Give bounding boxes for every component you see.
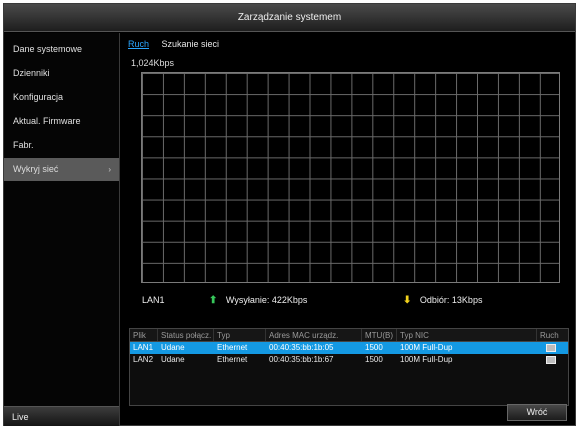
table-cell: 00:40:35:bb:1b:05	[269, 343, 334, 352]
sidebar-item-system-info[interactable]: Dane systemowe	[4, 38, 119, 61]
table-cell: 100M Full-Dup	[400, 355, 453, 364]
live-button[interactable]: Live	[4, 406, 119, 426]
tab-traffic[interactable]: Ruch	[128, 39, 149, 49]
table-row[interactable]: LAN2 Udane Ethernet 00:40:35:bb:1b:67 15…	[130, 354, 568, 366]
table-cell: Ethernet	[217, 343, 248, 352]
table-cell: 1500	[365, 343, 383, 352]
main-panel: Ruch Szukanie sieci 1,024Kbps LAN1 ⬆ Wys…	[121, 33, 575, 426]
table-cell: Ethernet	[217, 355, 248, 364]
legend-upload: ⬆ Wysyłanie: 422Kbps	[209, 295, 307, 306]
traffic-view-icon[interactable]	[546, 356, 556, 364]
column-header: MTU(B)	[362, 329, 397, 341]
download-rate: Odbiór: 13Kbps	[419, 295, 483, 305]
table-cell: Udane	[161, 343, 185, 352]
column-header: Plik	[130, 329, 158, 341]
table-cell: 100M Full-Dup	[400, 343, 453, 352]
traffic-legend: LAN1 ⬆ Wysyłanie: 422Kbps ⬇ Odbiór: 13Kb…	[121, 295, 575, 309]
column-header: Typ	[214, 329, 266, 341]
sidebar-item-firmware-update[interactable]: Aktual. Firmware	[4, 110, 119, 133]
table-row[interactable]: LAN1 Udane Ethernet 00:40:35:bb:1b:05 15…	[130, 342, 568, 354]
nic-table: Plik Status połącz. Typ Adres MAC urządz…	[129, 328, 569, 406]
legend-interface: LAN1	[142, 295, 165, 305]
sidebar-item-factory-reset[interactable]: Fabr.	[4, 134, 119, 157]
arrow-down-icon: ⬇	[403, 295, 412, 306]
traffic-view-icon[interactable]	[546, 344, 556, 352]
sidebar-item-logs[interactable]: Dzienniki	[4, 62, 119, 85]
table-cell: LAN1	[133, 343, 154, 352]
column-header: Status połącz.	[158, 329, 214, 341]
arrow-up-icon: ⬆	[209, 295, 218, 306]
column-header: Typ NIC	[397, 329, 537, 341]
legend-download: ⬇ Odbiór: 13Kbps	[403, 295, 482, 306]
column-header: Ruch	[540, 331, 559, 340]
sidebar-item-label: Wykryj sieć	[13, 164, 59, 174]
upload-rate: Wysyłanie: 422Kbps	[225, 295, 308, 305]
tab-bar: Ruch Szukanie sieci	[128, 39, 229, 53]
back-button[interactable]: Wróć	[507, 404, 567, 421]
chevron-right-icon: ›	[108, 165, 111, 174]
table-header: Plik Status połącz. Typ Adres MAC urządz…	[130, 329, 568, 342]
traffic-graph	[141, 72, 560, 283]
sidebar-item-network-detect[interactable]: Wykryj sieć ›	[4, 158, 119, 181]
table-cell: LAN2	[133, 355, 154, 364]
column-header: Adres MAC urządz.	[266, 329, 362, 341]
system-management-window: Zarządzanie systemem Dane systemowe Dzie…	[3, 3, 576, 426]
table-cell: 00:40:35:bb:1b:67	[269, 355, 334, 364]
tab-network-search[interactable]: Szukanie sieci	[162, 39, 220, 49]
table-cell: 1500	[365, 355, 383, 364]
sidebar-item-configuration[interactable]: Konfiguracja	[4, 86, 119, 109]
traffic-cell	[537, 342, 568, 354]
table-cell: Udane	[161, 355, 185, 364]
sidebar: Dane systemowe Dzienniki Konfiguracja Ak…	[4, 33, 120, 426]
traffic-cell	[537, 354, 568, 366]
window-title: Zarządzanie systemem	[4, 4, 575, 32]
graph-max-rate: 1,024Kbps	[131, 58, 175, 68]
